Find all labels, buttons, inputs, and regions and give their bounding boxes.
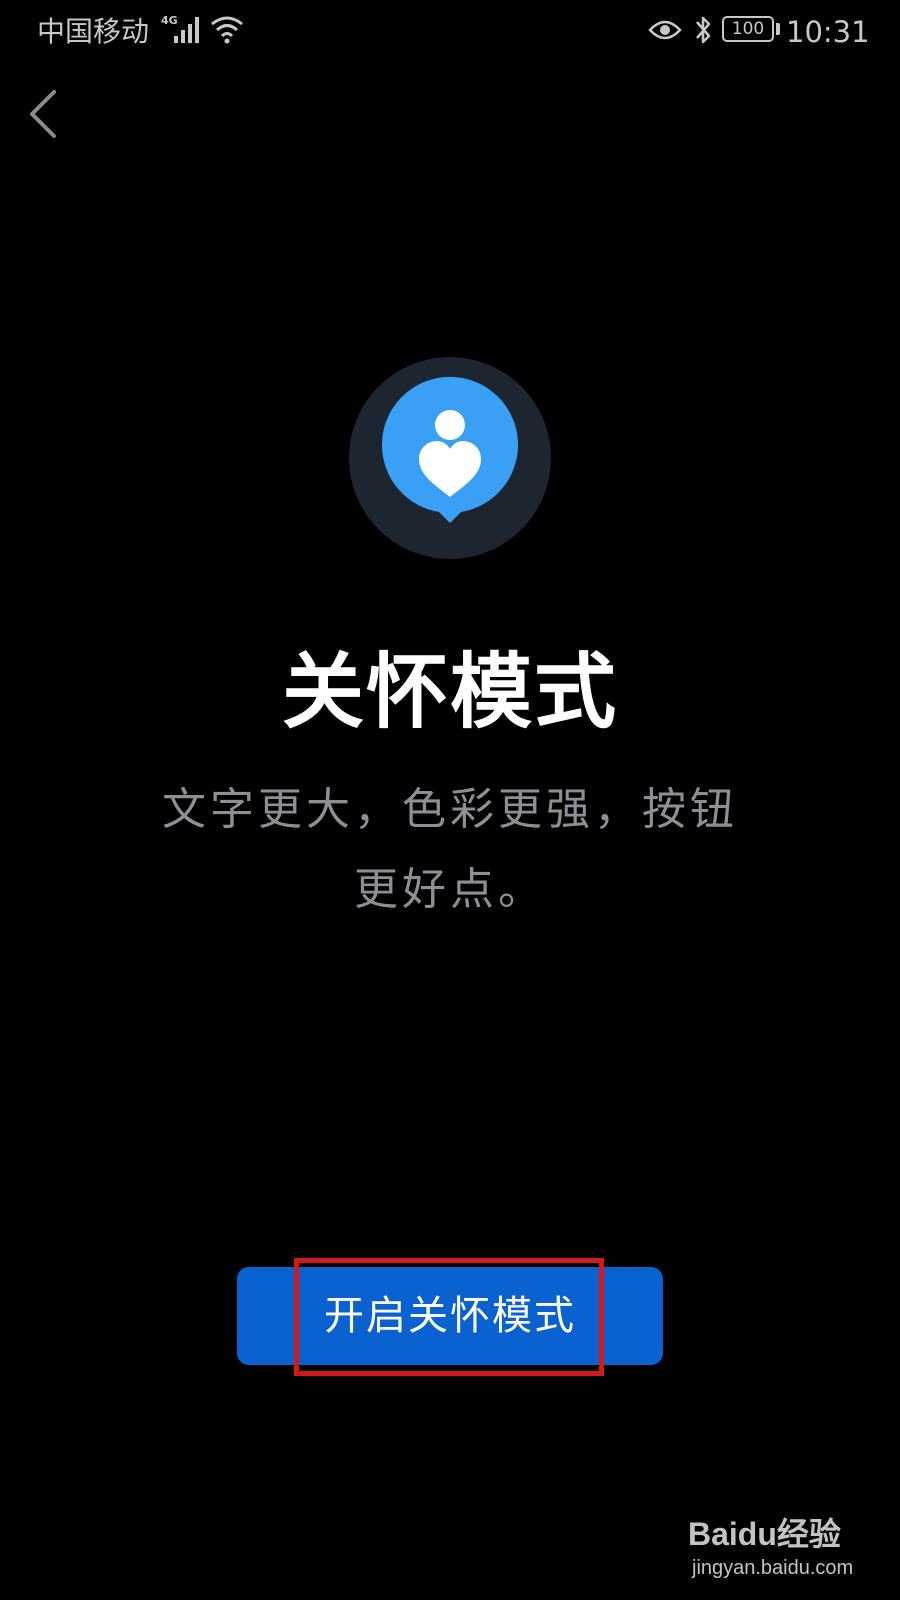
page-description: 文字更大，色彩更强，按钮更好点。 [162,784,738,915]
watermark: Baidu经验 jingyan.baidu.com [688,1500,868,1586]
eye-icon [648,20,682,40]
watermark-url: jingyan.baidu.com [692,1557,854,1579]
chevron-left-icon[interactable] [18,86,74,142]
watermark-brand: Baidu经验 [688,1516,841,1552]
status-bar: 中国移动 4G 100 10:31 [0,0,900,64]
bluetooth-icon [696,16,711,44]
page-title: 关怀模式 [281,645,618,740]
battery-icon: 100 [722,16,774,42]
wifi-icon [211,16,243,44]
clock: 10:31 [786,15,870,49]
signal-icon [174,17,199,43]
carrier-name: 中国移动 [37,15,150,48]
battery-level: 100 [731,18,765,39]
battery-cap [776,23,780,35]
enable-care-mode-button[interactable]: 开启关怀模式 [237,1267,663,1365]
care-mode-icon [349,357,551,559]
